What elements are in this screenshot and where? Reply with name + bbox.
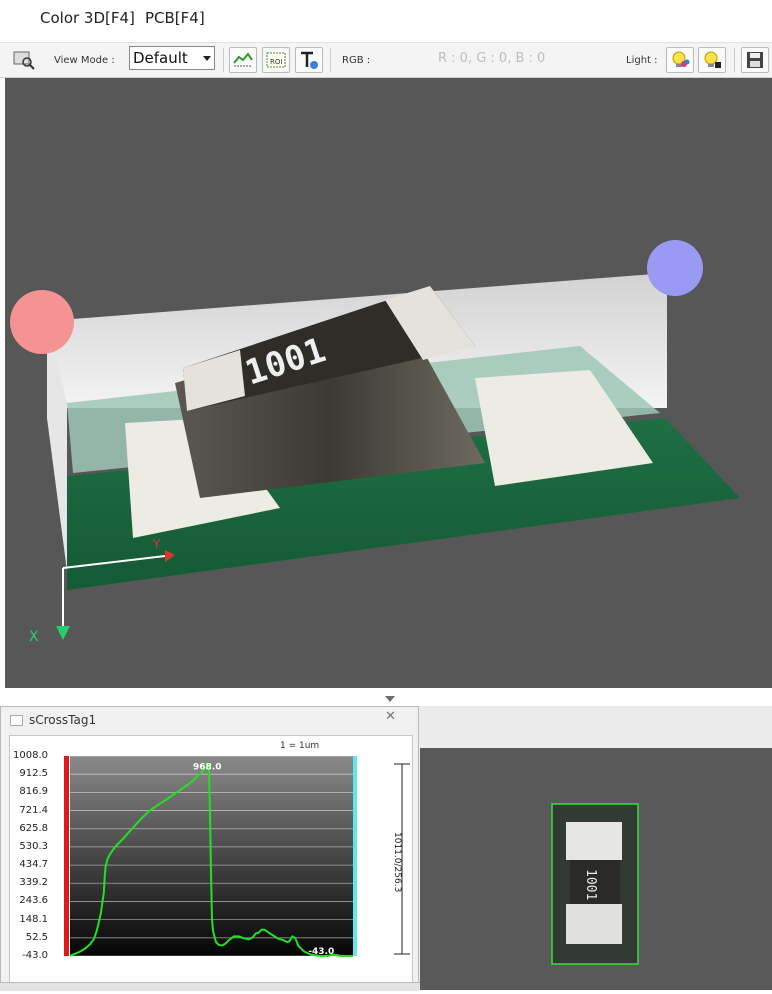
pcb-thumbnail-panel[interactable]: 1001 <box>420 748 772 990</box>
thumbnail-pad-top <box>566 822 622 860</box>
color-bulb-icon <box>672 51 690 67</box>
window-icon <box>10 715 23 726</box>
text-globe-icon <box>301 51 318 69</box>
left-cursor-bar <box>64 756 69 956</box>
right-cursor-bar <box>353 756 357 956</box>
rgb-label: RGB : <box>342 55 371 66</box>
axis-x-label: X <box>29 629 39 645</box>
light-source-right[interactable] <box>647 240 703 296</box>
axis-y-label: Y <box>152 537 161 551</box>
zoom-fit-button[interactable] <box>10 47 38 73</box>
rgb-value: R : 0, G : 0, B : 0 <box>438 51 546 66</box>
toolbar-divider <box>330 48 331 72</box>
peak-value-label: 968.0 <box>193 763 221 773</box>
cross-section-window: sCrossTag1 ✕ 1 = 1um 1008.0 912.5 816.9 721… <box>0 706 419 990</box>
height-map-button[interactable] <box>229 47 257 73</box>
save-button[interactable] <box>741 47 769 73</box>
side-dimension-label: 1011.0/256.3 <box>392 832 402 893</box>
thumbnail-marking: 1001 <box>583 869 598 900</box>
roi-icon: ROI <box>266 52 286 68</box>
3d-viewport[interactable]: 1001 Y X <box>5 78 772 688</box>
light-label: Light : <box>626 55 658 66</box>
axis-x-arrow <box>56 626 70 640</box>
tab-pcb[interactable]: PCB[F4] <box>145 9 205 27</box>
roi-text: ROI <box>270 58 282 66</box>
mono-light-button[interactable] <box>698 47 726 73</box>
cross-section-title: sCrossTag1 <box>29 713 97 727</box>
tab-color-3d[interactable]: Color 3D[F4] <box>40 9 135 27</box>
view-mode-label: View Mode : <box>54 55 115 66</box>
min-value-label: -43.0 <box>308 947 334 957</box>
close-icon[interactable]: ✕ <box>385 709 396 724</box>
bulb-icon <box>704 51 721 68</box>
chevron-down-icon <box>203 56 211 61</box>
color-light-button[interactable] <box>666 47 694 73</box>
3d-scene: 1001 Y X <box>10 240 740 645</box>
roi-button[interactable]: ROI <box>262 47 290 73</box>
zoom-icon <box>13 51 35 70</box>
pcb-thumbnail: 1001 <box>551 803 639 965</box>
cross-section-chart: 968.0 -43.0 <box>64 755 410 957</box>
cross-section-plot: 1 = 1um 1008.0 912.5 816.9 721.4 625.8 530.3 4… <box>9 735 413 987</box>
terrain-icon <box>233 52 253 67</box>
view-mode-select[interactable]: Default <box>129 46 215 70</box>
tab-bar: Color 3D[F4] PCB[F4] <box>0 0 772 38</box>
splitter-handle[interactable] <box>385 696 395 702</box>
light-source-left[interactable] <box>10 290 74 354</box>
lower-panel: 1001 sCrossTag1 ✕ 1 = 1um 1008.0 912.5 816… <box>0 706 772 990</box>
toolbar: View Mode : ROI RGB : R : 0, G : 0, B : … <box>0 42 772 78</box>
toolbar-divider <box>223 48 224 72</box>
view-mode-value: Default <box>133 49 188 67</box>
save-icon <box>747 52 763 68</box>
thumbnail-pad-bottom <box>566 904 622 944</box>
text-overlay-button[interactable] <box>295 47 323 73</box>
toolbar-divider <box>734 48 735 72</box>
